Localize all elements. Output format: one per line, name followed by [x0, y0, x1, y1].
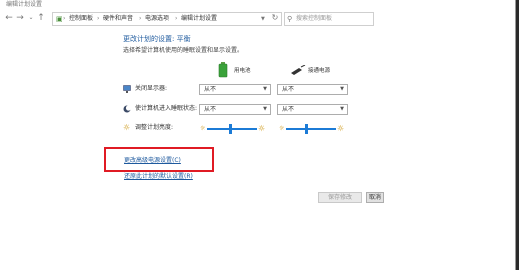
- chevron-down-icon: ▼: [340, 106, 344, 112]
- up-arrow-icon[interactable]: ↑: [36, 12, 46, 24]
- back-arrow-icon[interactable]: ←: [4, 12, 14, 24]
- monitor-icon: [123, 85, 131, 93]
- battery-column-label: 用电池: [234, 68, 251, 74]
- save-changes-button[interactable]: 保存修改: [318, 192, 362, 203]
- brightness-high-icon: ☼: [337, 124, 345, 133]
- breadcrumb-item[interactable]: 电源选项: [145, 13, 169, 25]
- search-icon: ⚲: [287, 15, 293, 23]
- select-value: 从不: [282, 86, 295, 93]
- turn-off-display-label: 关闭显示器:: [135, 85, 168, 92]
- breadcrumb-separator: ›: [139, 15, 142, 22]
- battery-icon: [218, 62, 228, 78]
- breadcrumb-separator: ›: [175, 15, 178, 22]
- plan-settings-panel: 更改计划的设置: 平衡 选择希望计算机使用的睡眠设置和显示设置。 用电池 接通电…: [0, 28, 515, 270]
- display-off-battery-select[interactable]: 从不 ▼: [199, 84, 271, 95]
- plugged-column-header: 接通电源: [290, 62, 350, 78]
- select-value: 从不: [204, 86, 217, 93]
- brightness-sun-icon: ☼: [123, 123, 131, 132]
- select-value: 从不: [282, 106, 295, 113]
- address-dropdown-icon[interactable]: ▼: [261, 13, 265, 25]
- chevron-down-icon: ▼: [263, 86, 267, 92]
- chevron-down-icon: ▼: [263, 106, 267, 112]
- slider-thumb[interactable]: [228, 124, 232, 134]
- sleep-moon-icon: [123, 105, 131, 113]
- sleep-label: 使计算机进入睡眠状态:: [135, 105, 198, 112]
- brightness-high-icon: ☼: [258, 124, 266, 133]
- title-bar: 编辑计划设置: [0, 0, 515, 9]
- slider-track: [207, 128, 257, 130]
- battery-column-header: 用电池: [218, 62, 278, 78]
- window-title: 编辑计划设置: [6, 1, 43, 8]
- breadcrumb-item[interactable]: 编辑计划设置: [181, 13, 217, 25]
- refresh-icon[interactable]: ↻: [270, 12, 280, 24]
- restore-defaults-link[interactable]: 还原此计划的默认设置(R): [124, 173, 193, 181]
- brightness-low-icon: ☼: [200, 125, 206, 132]
- chevron-down-icon: ▼: [340, 86, 344, 92]
- control-panel-icon: ▣: [56, 15, 63, 23]
- search-box[interactable]: ⚲ 搜索控制面板: [284, 12, 374, 26]
- breadcrumb-item[interactable]: 控制面板: [69, 13, 93, 25]
- address-bar[interactable]: ▣ › 控制面板 › 硬件和声音 › 电源选项 › 编辑计划设置 ▼: [52, 12, 282, 26]
- page-title: 更改计划的设置: 平衡: [123, 35, 191, 43]
- breadcrumb-separator: ›: [63, 15, 66, 22]
- slider-track: [286, 128, 336, 130]
- breadcrumb-item[interactable]: 硬件和声音: [103, 13, 133, 25]
- highlight-annotation-box: [104, 147, 214, 172]
- page-description: 选择希望计算机使用的睡眠设置和显示设置。: [123, 47, 244, 54]
- display-off-plugged-select[interactable]: 从不 ▼: [277, 84, 348, 95]
- select-value: 从不: [204, 106, 217, 113]
- recent-locations-icon[interactable]: ⌄: [26, 12, 36, 24]
- cancel-button[interactable]: 取消: [366, 192, 384, 203]
- sleep-plugged-select[interactable]: 从不 ▼: [277, 104, 348, 115]
- forward-arrow-icon[interactable]: →: [15, 12, 25, 24]
- brightness-label: 调整计划亮度:: [135, 124, 174, 131]
- slider-thumb[interactable]: [305, 124, 308, 134]
- navigation-bar: ← → ⌄ ↑ ▣ › 控制面板 › 硬件和声音 › 电源选项 › 编辑计划设置…: [0, 9, 515, 27]
- brightness-battery-slider[interactable]: ☼ ☼: [200, 124, 270, 134]
- control-panel-window: 编辑计划设置 ← → ⌄ ↑ ▣ › 控制面板 › 硬件和声音 › 电源选项 ›…: [0, 0, 516, 270]
- power-plug-icon: [291, 65, 306, 75]
- brightness-plugged-slider[interactable]: ☼ ☼: [279, 124, 349, 134]
- brightness-low-icon: ☼: [279, 125, 285, 132]
- breadcrumb-separator: ›: [97, 15, 100, 22]
- plugged-column-label: 接通电源: [308, 68, 331, 74]
- sleep-battery-select[interactable]: 从不 ▼: [199, 104, 271, 115]
- search-placeholder: 搜索控制面板: [296, 15, 333, 22]
